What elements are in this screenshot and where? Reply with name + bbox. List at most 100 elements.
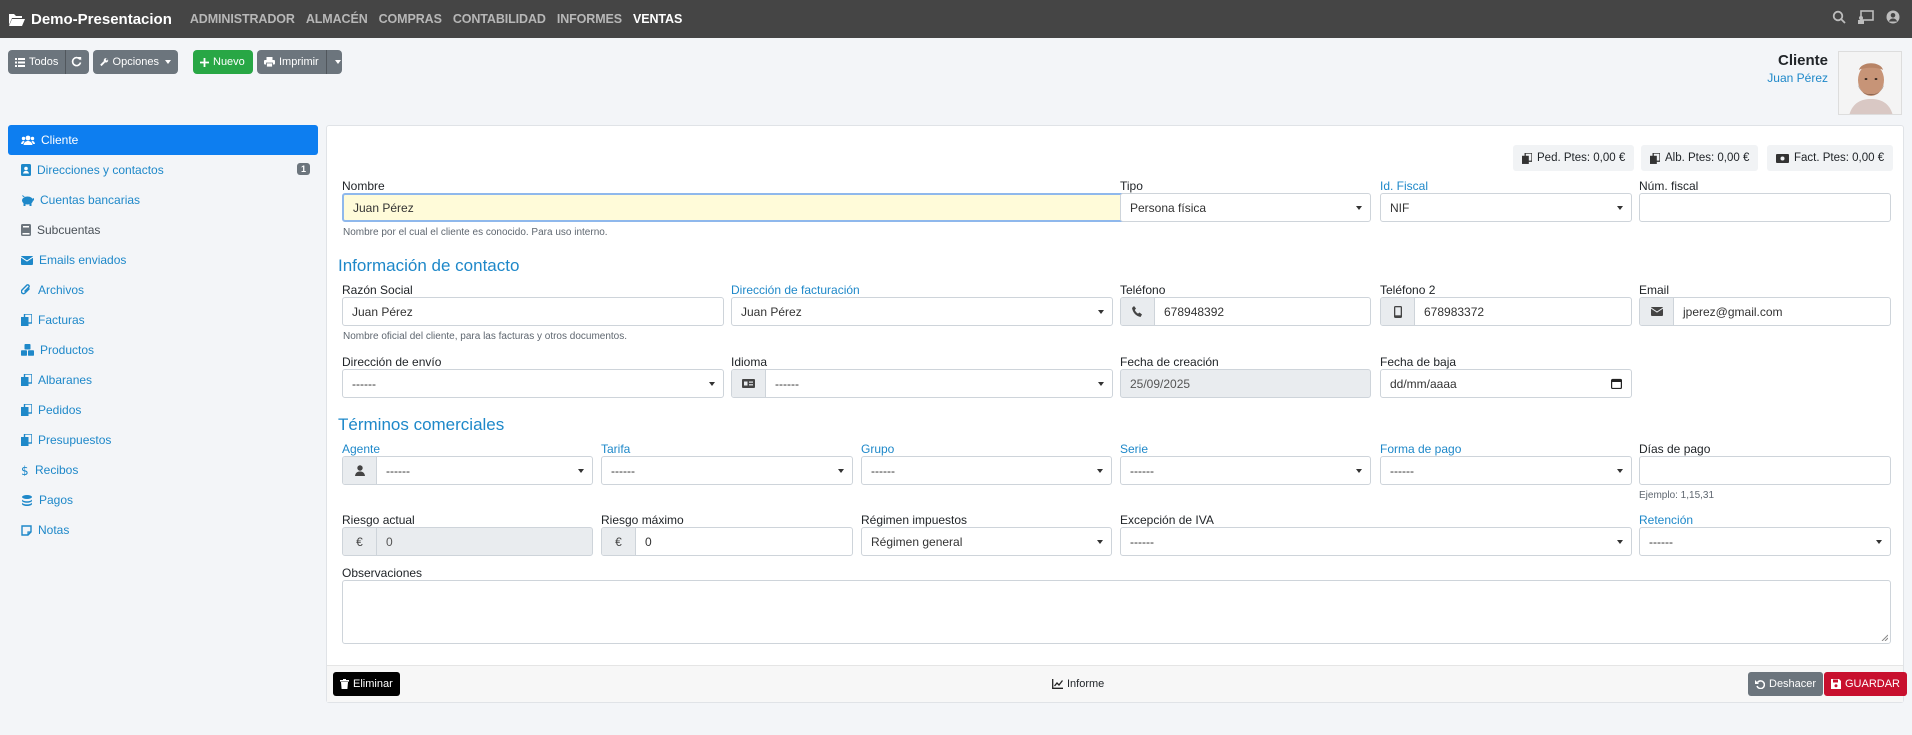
razon-label: Razón Social: [342, 283, 413, 297]
sidebar-item-productos[interactable]: Productos: [8, 335, 318, 365]
formapago-label[interactable]: Forma de pago: [1380, 442, 1461, 456]
sidebar-item-pedidos[interactable]: Pedidos: [8, 395, 318, 425]
sidebar-item-label: Recibos: [35, 463, 79, 477]
dirfact-select[interactable]: Juan Pérez: [731, 297, 1113, 326]
user-circle-icon[interactable]: [1886, 10, 1900, 24]
regimen-select[interactable]: Régimen general: [861, 527, 1112, 556]
copy-icon: [21, 434, 32, 446]
idfiscal-value: NIF: [1390, 200, 1410, 215]
trash-icon: [340, 679, 349, 689]
excepcion-select[interactable]: ------: [1120, 527, 1632, 556]
retencion-label[interactable]: Retención: [1639, 513, 1693, 527]
direnvio-select[interactable]: ------: [342, 369, 724, 398]
agente-select[interactable]: ------: [342, 456, 593, 485]
sidebar-item-albaranes[interactable]: Albaranes: [8, 365, 318, 395]
todos-button[interactable]: Todos: [8, 50, 89, 74]
albaranes-pendientes-badge[interactable]: Alb. Ptes: 0,00 €: [1641, 145, 1759, 171]
sidebar-item-label: Cliente: [41, 133, 79, 147]
sidebar-item-recibos[interactable]: $ Recibos: [8, 455, 318, 485]
idioma-select[interactable]: ------: [731, 369, 1113, 398]
grupo-label[interactable]: Grupo: [861, 442, 894, 456]
riesgomax-input[interactable]: € 0: [601, 527, 853, 556]
sidebar-item-notas[interactable]: Notas: [8, 515, 318, 545]
eliminar-button[interactable]: Eliminar: [333, 672, 400, 696]
telefono-label: Teléfono: [1120, 283, 1166, 297]
retencion-select[interactable]: ------: [1639, 527, 1891, 556]
idfiscal-label[interactable]: Id. Fiscal: [1380, 179, 1428, 193]
calendar-icon[interactable]: [1611, 378, 1622, 389]
excepcion-label: Excepción de IVA: [1120, 513, 1214, 527]
email-value: jperez@gmail.com: [1683, 304, 1783, 319]
razon-input[interactable]: Juan Pérez: [342, 297, 724, 326]
chevron-down-icon: [1356, 206, 1362, 210]
refresh-icon[interactable]: [71, 56, 82, 67]
folder-open-icon: [9, 13, 25, 26]
diaspago-input[interactable]: [1639, 456, 1891, 485]
menu-informes[interactable]: INFORMES: [557, 12, 622, 26]
formapago-select[interactable]: ------: [1380, 456, 1632, 485]
tipo-select[interactable]: Persona física: [1120, 193, 1371, 222]
pedidos-pendientes-badge[interactable]: Ped. Ptes: 0,00 €: [1513, 145, 1635, 171]
telefono2-label: Teléfono 2: [1380, 283, 1436, 297]
sidebar-item-presupuestos[interactable]: Presupuestos: [8, 425, 318, 455]
sidebar: Cliente Direcciones y contactos 1 Cuenta…: [8, 125, 318, 545]
fechabaja-input[interactable]: dd/mm/aaaa: [1380, 369, 1632, 398]
menu-almacen[interactable]: ALMACÉN: [306, 12, 368, 26]
sidebar-item-pagos[interactable]: Pagos: [8, 485, 318, 515]
paperclip-icon: [21, 284, 30, 295]
top-navbar: Demo-Presentacion ADMINISTRADOR ALMACÉN …: [0, 0, 1912, 38]
chart-line-icon: [1052, 679, 1063, 689]
nombre-input[interactable]: Juan Pérez: [342, 193, 1127, 222]
fechabaja-placeholder: dd/mm/aaaa: [1390, 376, 1457, 391]
agente-label[interactable]: Agente: [342, 442, 380, 456]
nuevo-button[interactable]: Nuevo: [193, 50, 253, 74]
serie-select[interactable]: ------: [1120, 456, 1371, 485]
chalkboard-icon[interactable]: [1858, 10, 1874, 24]
nombre-value: Juan Pérez: [353, 200, 414, 215]
chevron-down-icon: [165, 60, 171, 64]
guardar-button[interactable]: GUARDAR: [1824, 672, 1908, 696]
facturas-pendientes-badge[interactable]: Fact. Ptes: 0,00 €: [1767, 145, 1894, 171]
opciones-dropdown[interactable]: Opciones: [93, 50, 178, 74]
sidebar-item-label: Direcciones y contactos: [37, 163, 164, 177]
telefono-input[interactable]: 678948392: [1120, 297, 1371, 326]
email-input[interactable]: jperez@gmail.com: [1639, 297, 1891, 326]
sidebar-item-cuentas-bancarias[interactable]: Cuentas bancarias: [8, 185, 318, 215]
sidebar-item-emails[interactable]: Emails enviados: [8, 245, 318, 275]
sidebar-item-cliente[interactable]: Cliente: [8, 125, 318, 155]
telefono2-input[interactable]: 678983372: [1380, 297, 1632, 326]
tarifa-label[interactable]: Tarifa: [601, 442, 630, 456]
chevron-down-icon: [1617, 206, 1623, 210]
serie-label[interactable]: Serie: [1120, 442, 1148, 456]
fechacreacion-value: 25/09/2025: [1130, 376, 1191, 391]
resize-handle-icon[interactable]: [1881, 634, 1888, 641]
idioma-label: Idioma: [731, 355, 768, 369]
search-icon[interactable]: [1832, 10, 1846, 24]
sidebar-item-direcciones[interactable]: Direcciones y contactos 1: [8, 155, 318, 185]
telefono2-value: 678983372: [1424, 304, 1485, 319]
idfiscal-select[interactable]: NIF: [1380, 193, 1632, 222]
sidebar-item-subcuentas[interactable]: Subcuentas: [8, 215, 318, 245]
deshacer-button[interactable]: Deshacer: [1748, 672, 1824, 696]
menu-administrador[interactable]: ADMINISTRADOR: [190, 12, 295, 26]
menu-ventas[interactable]: VENTAS: [633, 12, 682, 26]
tarifa-select[interactable]: ------: [601, 456, 853, 485]
sidebar-item-facturas[interactable]: Facturas: [8, 305, 318, 335]
nav-right-icons: [1832, 10, 1900, 24]
riesgoactual-input: € 0: [342, 527, 593, 556]
brand[interactable]: Demo-Presentacion: [9, 11, 172, 28]
informe-button[interactable]: Informe: [1045, 672, 1111, 696]
razon-hint: Nombre oficial del cliente, para las fac…: [343, 331, 628, 342]
numfiscal-input[interactable]: [1639, 193, 1891, 222]
observaciones-textarea[interactable]: [342, 580, 1891, 644]
imprimir-button[interactable]: Imprimir: [257, 50, 342, 74]
dirfact-value: Juan Pérez: [741, 304, 802, 319]
sidebar-item-archivos[interactable]: Archivos: [8, 275, 318, 305]
menu-contabilidad[interactable]: CONTABILIDAD: [453, 12, 546, 26]
menu-compras[interactable]: COMPRAS: [379, 12, 442, 26]
grupo-select[interactable]: ------: [861, 456, 1112, 485]
formapago-value: ------: [1390, 463, 1414, 478]
dirfact-label[interactable]: Dirección de facturación: [731, 283, 860, 297]
chevron-down-icon: [1617, 540, 1623, 544]
chevron-down-icon[interactable]: [335, 60, 341, 64]
